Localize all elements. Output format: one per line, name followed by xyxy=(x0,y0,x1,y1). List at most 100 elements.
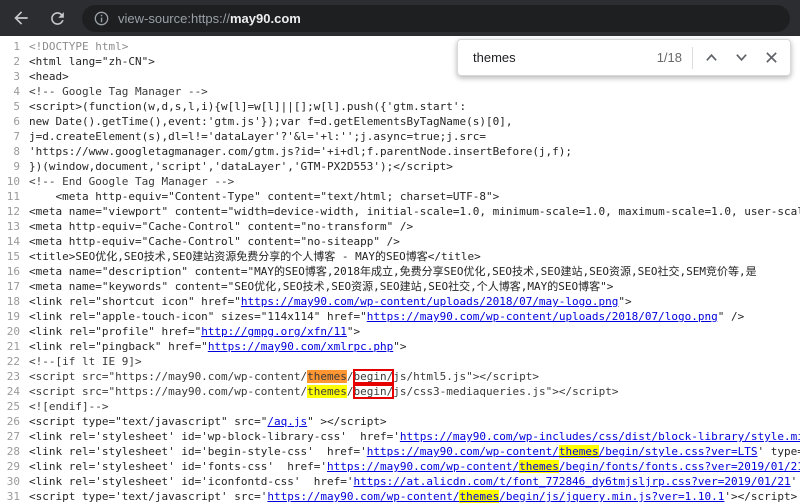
code-segment: <script type="text/javascript" src=" xyxy=(29,415,267,428)
source-link[interactable]: https://may90.com/wp-content/ xyxy=(267,490,459,503)
source-line: 23 <script src="https://may90.com/wp-cont… xyxy=(0,369,800,384)
line-number: 23 xyxy=(0,369,20,384)
code-text: <![endif]--> xyxy=(29,399,800,414)
code-segment: <!DOCTYPE html> xyxy=(29,40,128,53)
code-text: <title>SEO优化,SEO技术,SEO建站资源免费分享的个人博客 - MA… xyxy=(29,249,800,264)
line-number: 24 xyxy=(0,384,20,399)
source-link[interactable]: /aq.js xyxy=(267,415,307,428)
find-close-button[interactable] xyxy=(756,43,786,73)
code-text: <link rel="profile" href="http://gmpg.or… xyxy=(29,324,800,339)
address-bar[interactable]: view-source:https://may90.com xyxy=(82,5,790,32)
code-segment: / xyxy=(347,385,354,398)
source-link[interactable]: http://gmpg.org/xfn/11 xyxy=(201,325,347,338)
source-link[interactable]: https://may90.com/xmlrpc.php xyxy=(208,340,393,353)
page-info-icon[interactable] xyxy=(94,11,109,26)
code-text: <meta http-equiv="Cache-Control" content… xyxy=(29,234,800,249)
find-match-count: 1/18 xyxy=(657,50,682,65)
code-segment: <link rel='stylesheet' id='wp-block-libr… xyxy=(29,430,400,443)
line-number: 17 xyxy=(0,279,20,294)
code-segment: <title>SEO优化,SEO技术,SEO建站资源免费分享的个人博客 - MA… xyxy=(29,250,481,263)
source-line: 8 'https://www.googletagmanager.com/gtm.j… xyxy=(0,144,800,159)
code-segment: <meta name="viewport" content="width=dev… xyxy=(29,205,800,218)
find-bar-divider xyxy=(692,47,693,69)
source-link[interactable]: /begin/fonts/fonts.css?ver=2019/01/21 xyxy=(559,460,800,473)
line-number: 11 xyxy=(0,189,20,204)
code-text: <meta name="keywords" content="SEO优化,SEO… xyxy=(29,279,800,294)
code-segment: new Date().getTime(),event:'gtm.js'});va… xyxy=(29,115,512,128)
source-link[interactable]: /begin/js/jquery.min.js?ver=1.10.1 xyxy=(499,490,724,503)
source-line: 10<!-- End Google Tag Manager --> xyxy=(0,174,800,189)
code-text: <script type='text/javascript' src='http… xyxy=(29,489,800,503)
find-previous-button[interactable] xyxy=(696,43,726,73)
source-link[interactable]: /begin/style.css?ver=LTS xyxy=(599,445,758,458)
code-segment: <meta name="keywords" content="SEO优化,SEO… xyxy=(29,280,613,293)
line-number: 12 xyxy=(0,204,20,219)
find-input[interactable]: themes xyxy=(473,50,657,65)
code-segment: <link rel='stylesheet' id='fonts-css' hr… xyxy=(29,460,327,473)
code-segment: <link rel="shortcut icon" href=" xyxy=(29,295,241,308)
source-line: 16<meta name="description" content="MAY的… xyxy=(0,264,800,279)
search-match-highlight: themes xyxy=(307,370,347,383)
find-next-button[interactable] xyxy=(726,43,756,73)
chevron-up-icon xyxy=(705,53,718,62)
source-line: 5<script>(function(w,d,s,l,i){w[l]=w[l]|… xyxy=(0,99,800,114)
line-number: 4 xyxy=(0,84,20,99)
source-link[interactable]: themes xyxy=(559,445,599,458)
code-segment: 'https://www.googletagmanager.com/gtm.js… xyxy=(29,145,572,158)
source-link[interactable]: https://may90.com/wp-content/ xyxy=(327,460,519,473)
source-line: 9})(window,document,'script','dataLayer'… xyxy=(0,159,800,174)
code-text: <link rel="apple-touch-icon" sizes="114x… xyxy=(29,309,800,324)
url-host: may90.com xyxy=(230,11,301,26)
line-number: 5 xyxy=(0,99,20,114)
code-text: <link rel='stylesheet' id='begin-style-c… xyxy=(29,444,800,459)
source-line: 31 <script type='text/javascript' src='ht… xyxy=(0,489,800,503)
red-annotation-box: begin/ xyxy=(354,370,394,383)
source-code: 1<!DOCTYPE html>2<html lang="zh-CN">3<he… xyxy=(0,36,800,503)
source-line: 22<!--[if lt IE 9]> xyxy=(0,354,800,369)
search-match-highlight: themes xyxy=(307,385,347,398)
source-link[interactable]: themes xyxy=(459,490,499,503)
source-link[interactable]: https://may90.com/wp-content/uploads/201… xyxy=(241,295,619,308)
line-number: 20 xyxy=(0,324,20,339)
line-number: 3 xyxy=(0,69,20,84)
code-segment: "> xyxy=(393,340,406,353)
code-segment: ' type='text/css' media='all' /> xyxy=(758,445,800,458)
source-line: 17 <meta name="keywords" content="SEO优化,S… xyxy=(0,279,800,294)
source-line: 11 <meta http-equiv="Content-Type" conte… xyxy=(0,189,800,204)
code-text: <link rel="pingback" href="https://may90… xyxy=(29,339,800,354)
line-number: 31 xyxy=(0,489,20,503)
code-text: <link rel='stylesheet' id='fonts-css' hr… xyxy=(29,459,800,474)
code-text: <meta http-equiv="Cache-Control" content… xyxy=(29,219,800,234)
source-line: 12 <meta name="viewport" content="width=d… xyxy=(0,204,800,219)
code-text: <script src="https://may90.com/wp-conten… xyxy=(29,384,800,399)
refresh-button[interactable] xyxy=(46,7,68,29)
line-number: 8 xyxy=(0,144,20,159)
code-segment: <meta http-equiv="Cache-Control" content… xyxy=(29,220,413,233)
source-link[interactable]: https://may90.com/wp-content/ xyxy=(367,445,559,458)
url-text: view-source:https://may90.com xyxy=(118,11,301,26)
code-segment: <![endif]--> xyxy=(29,400,108,413)
code-text: <script src="https://may90.com/wp-conten… xyxy=(29,369,800,384)
source-link[interactable]: https://at.alicdn.com/t/font_772846_dy6t… xyxy=(354,475,791,488)
source-link[interactable]: themes xyxy=(519,460,559,473)
code-segment: <head> xyxy=(29,70,69,83)
source-line: 30<link rel='stylesheet' id='iconfontd-c… xyxy=(0,474,800,489)
code-segment: <meta http-equiv="Content-Type" content=… xyxy=(29,190,499,203)
line-number: 13 xyxy=(0,219,20,234)
code-segment: <meta http-equiv="Cache-Control" content… xyxy=(29,235,400,248)
source-link[interactable]: https://may90.com/wp-includes/css/dist/b… xyxy=(400,430,800,443)
source-link[interactable]: https://may90.com/wp-content/uploads/201… xyxy=(367,310,718,323)
line-number: 27 xyxy=(0,429,20,444)
line-number: 18 xyxy=(0,294,20,309)
code-segment: })(window,document,'script','dataLayer',… xyxy=(29,160,453,173)
back-button[interactable] xyxy=(10,7,32,29)
source-line: 4 <!-- Google Tag Manager --> xyxy=(0,84,800,99)
source-line: 7j=d.createElement(s),dl=l!='dataLayer'?… xyxy=(0,129,800,144)
code-text: <link rel='stylesheet' id='wp-block-libr… xyxy=(29,429,800,444)
line-number: 26 xyxy=(0,414,20,429)
code-segment: j=d.createElement(s),dl=l!='dataLayer'?'… xyxy=(29,130,486,143)
code-segment: " ></script> xyxy=(307,415,386,428)
line-number: 1 xyxy=(0,39,20,54)
code-segment: <!-- Google Tag Manager --> xyxy=(29,85,208,98)
source-line: 6new Date().getTime(),event:'gtm.js'});v… xyxy=(0,114,800,129)
